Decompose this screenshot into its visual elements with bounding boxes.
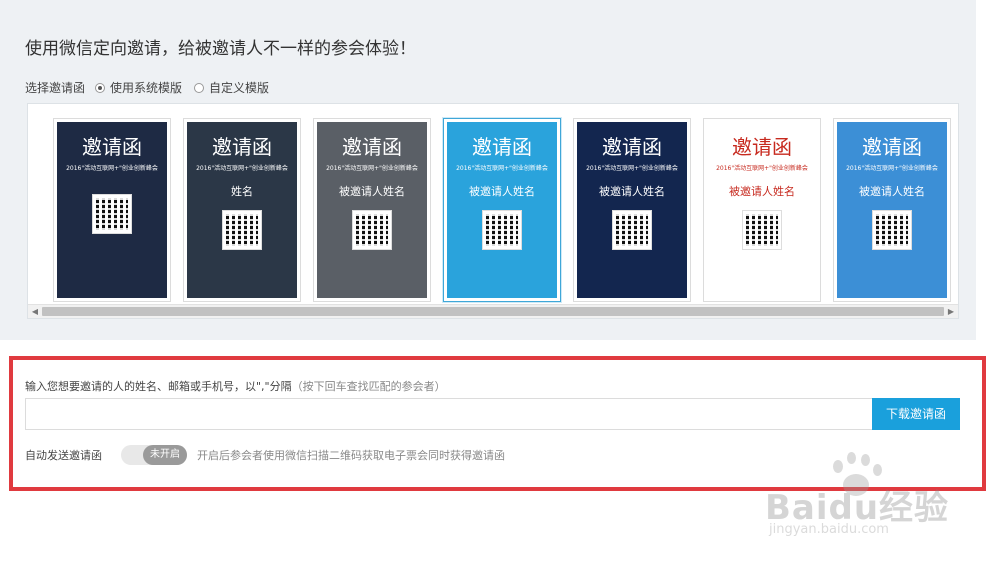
- template-card[interactable]: 邀请函 2016"活动互联网+"创业创新峰会被邀请人姓名: [703, 118, 821, 302]
- template-card[interactable]: 邀请函 2016"活动互联网+"创业创新峰会姓名: [183, 118, 301, 302]
- template-card[interactable]: 邀请函 2016"活动互联网+"创业创新峰会被邀请人姓名: [833, 118, 951, 302]
- template-preview: 邀请函 2016"活动互联网+"创业创新峰会: [57, 122, 167, 298]
- template-preview: 邀请函 2016"活动互联网+"创业创新峰会被邀请人姓名: [837, 122, 947, 298]
- template-title: 邀请函: [212, 135, 272, 159]
- template-gallery: 邀请函 2016"活动互联网+"创业创新峰会 邀请函 2016"活动互联网+"创业创新…: [27, 103, 959, 319]
- template-invitee-name: 被邀请人姓名: [339, 185, 405, 198]
- template-card-list: 邀请函 2016"活动互联网+"创业创新峰会 邀请函 2016"活动互联网+"创业创新…: [53, 118, 958, 302]
- template-invitee-name: 姓名: [231, 185, 253, 198]
- template-card[interactable]: 邀请函 2016"活动互联网+"创业创新峰会被邀请人姓名: [573, 118, 691, 302]
- template-subtitle: 2016"活动互联网+"创业创新峰会: [196, 165, 288, 172]
- invite-prompt-hint: （按下回车查找匹配的参会者）: [291, 380, 446, 393]
- template-title: 邀请函: [472, 135, 532, 159]
- qr-code-icon: [92, 194, 132, 234]
- invite-prompt-text: 输入您想要邀请的人的姓名、邮箱或手机号，以","分隔: [25, 380, 292, 393]
- watermark-url: jingyan.baidu.com: [769, 522, 889, 537]
- radio-system-template-label: 使用系统模版: [110, 81, 183, 95]
- template-invitee-name: 被邀请人姓名: [859, 185, 925, 198]
- download-invitation-button[interactable]: 下载邀请函: [872, 398, 960, 430]
- template-panel: 使用微信定向邀请，给被邀请人不一样的参会体验！ 选择邀请函 使用系统模版 自定义…: [0, 0, 976, 340]
- radio-custom-template-label: 自定义模版: [209, 81, 270, 95]
- template-preview: 邀请函 2016"活动互联网+"创业创新峰会姓名: [187, 122, 297, 298]
- scroll-right-icon[interactable]: ▶: [944, 305, 958, 318]
- qr-code-icon: [612, 210, 652, 250]
- template-select-row: 选择邀请函 使用系统模版 自定义模版: [25, 79, 281, 96]
- page-headline: 使用微信定向邀请，给被邀请人不一样的参会体验！: [25, 39, 416, 59]
- template-subtitle: 2016"活动互联网+"创业创新峰会: [846, 165, 938, 172]
- auto-send-description: 开启后参会者使用微信扫描二维码获取电子票会同时获得邀请函: [197, 449, 505, 462]
- invitee-input[interactable]: [26, 399, 872, 429]
- radio-dot-selected[interactable]: [95, 82, 106, 93]
- template-select-label: 选择邀请函: [25, 81, 86, 95]
- template-title: 邀请函: [602, 135, 662, 159]
- template-title: 邀请函: [342, 135, 402, 159]
- template-preview: 邀请函 2016"活动互联网+"创业创新峰会被邀请人姓名: [317, 122, 427, 298]
- template-invitee-name: 被邀请人姓名: [469, 185, 535, 198]
- invitee-input-wrap: [25, 398, 873, 430]
- qr-code-icon: [352, 210, 392, 250]
- template-subtitle: 2016"活动互联网+"创业创新峰会: [586, 165, 678, 172]
- template-invitee-name: 被邀请人姓名: [729, 185, 795, 198]
- auto-send-label: 自动发送邀请函: [25, 449, 102, 462]
- baidu-watermark: Baidu经验 jingyan.baidu.com: [765, 452, 965, 547]
- auto-send-toggle[interactable]: 未开启: [121, 445, 187, 465]
- template-preview: 邀请函 2016"活动互联网+"创业创新峰会被邀请人姓名: [447, 122, 557, 298]
- template-title: 邀请函: [82, 135, 142, 159]
- scroll-left-icon[interactable]: ◀: [28, 305, 42, 318]
- template-subtitle: 2016"活动互联网+"创业创新峰会: [716, 165, 808, 172]
- qr-code-icon: [482, 210, 522, 250]
- auto-send-toggle-label: 未开启: [143, 445, 187, 465]
- auto-send-row: 自动发送邀请函 未开启 开启后参会者使用微信扫描二维码获取电子票会同时获得邀请函: [25, 444, 505, 466]
- template-card[interactable]: 邀请函 2016"活动互联网+"创业创新峰会被邀请人姓名: [313, 118, 431, 302]
- radio-dot[interactable]: [194, 82, 205, 93]
- qr-code-icon: [222, 210, 262, 250]
- template-card[interactable]: 邀请函 2016"活动互联网+"创业创新峰会: [53, 118, 171, 302]
- scrollbar-thumb[interactable]: [42, 307, 944, 316]
- template-preview: 邀请函 2016"活动互联网+"创业创新峰会被邀请人姓名: [707, 122, 817, 298]
- template-subtitle: 2016"活动互联网+"创业创新峰会: [326, 165, 418, 172]
- gallery-scrollbar[interactable]: ◀ ▶: [28, 304, 958, 318]
- template-title: 邀请函: [862, 135, 922, 159]
- radio-custom-template[interactable]: 自定义模版: [194, 79, 269, 96]
- template-subtitle: 2016"活动互联网+"创业创新峰会: [66, 165, 158, 172]
- template-invitee-name: 被邀请人姓名: [599, 185, 665, 198]
- template-card[interactable]: 邀请函 2016"活动互联网+"创业创新峰会被邀请人姓名: [443, 118, 561, 302]
- invite-prompt: 输入您想要邀请的人的姓名、邮箱或手机号，以","分隔（按下回车查找匹配的参会者）: [25, 378, 446, 394]
- radio-system-template[interactable]: 使用系统模版: [95, 79, 182, 96]
- template-preview: 邀请函 2016"活动互联网+"创业创新峰会被邀请人姓名: [577, 122, 687, 298]
- qr-code-icon: [742, 210, 782, 250]
- template-subtitle: 2016"活动互联网+"创业创新峰会: [456, 165, 548, 172]
- qr-code-icon: [872, 210, 912, 250]
- template-title: 邀请函: [732, 135, 792, 159]
